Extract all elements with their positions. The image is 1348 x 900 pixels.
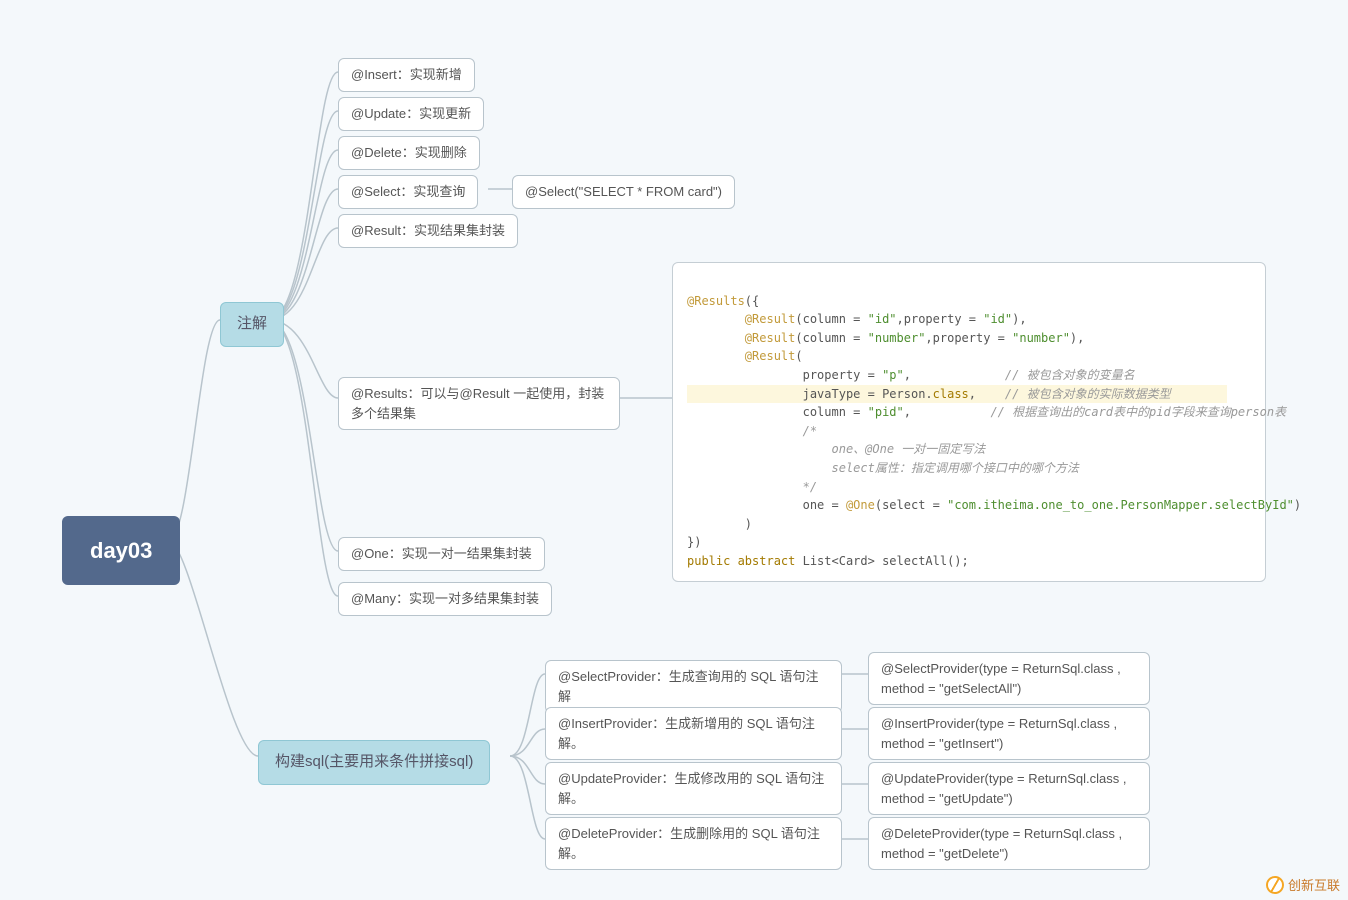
node-deleteprovider-sub[interactable]: @DeleteProvider(type = ReturnSql.class ,… <box>868 817 1150 870</box>
branch-buildsql-label: 构建sql(主要用来条件拼接sql) <box>275 753 473 770</box>
node-selectprovider-sub[interactable]: @SelectProvider(type = ReturnSql.class ,… <box>868 652 1150 705</box>
code-results-example: @Results({ @Result(column = "id",propert… <box>672 262 1266 582</box>
node-insertprovider-sub[interactable]: @InsertProvider(type = ReturnSql.class ,… <box>868 707 1150 760</box>
watermark-logo-icon <box>1266 876 1284 894</box>
branch-annotation-label: 注解 <box>237 315 267 332</box>
node-select[interactable]: @Select：实现查询 <box>338 175 478 209</box>
watermark: 创新互联 <box>1266 875 1340 894</box>
node-select-sub[interactable]: @Select("SELECT * FROM card") <box>512 175 735 209</box>
branch-buildsql[interactable]: 构建sql(主要用来条件拼接sql) <box>258 740 490 785</box>
node-insertprovider[interactable]: @InsertProvider：生成新增用的 SQL 语句注解。 <box>545 707 842 760</box>
watermark-text: 创新互联 <box>1288 875 1340 894</box>
node-many[interactable]: @Many：实现一对多结果集封装 <box>338 582 552 616</box>
node-deleteprovider[interactable]: @DeleteProvider：生成删除用的 SQL 语句注解。 <box>545 817 842 870</box>
node-updateprovider-sub[interactable]: @UpdateProvider(type = ReturnSql.class ,… <box>868 762 1150 815</box>
node-insert[interactable]: @Insert：实现新增 <box>338 58 475 92</box>
node-update[interactable]: @Update：实现更新 <box>338 97 484 131</box>
root-label: day03 <box>90 538 152 563</box>
root-node[interactable]: day03 <box>62 516 180 585</box>
node-result[interactable]: @Result：实现结果集封装 <box>338 214 518 248</box>
branch-annotation[interactable]: 注解 <box>220 302 284 347</box>
node-results[interactable]: @Results：可以与@Result 一起使用，封装多个结果集 <box>338 377 620 430</box>
node-one[interactable]: @One：实现一对一结果集封装 <box>338 537 545 571</box>
node-updateprovider[interactable]: @UpdateProvider：生成修改用的 SQL 语句注解。 <box>545 762 842 815</box>
node-selectprovider[interactable]: @SelectProvider：生成查询用的 SQL 语句注解 <box>545 660 842 713</box>
node-delete[interactable]: @Delete：实现删除 <box>338 136 480 170</box>
